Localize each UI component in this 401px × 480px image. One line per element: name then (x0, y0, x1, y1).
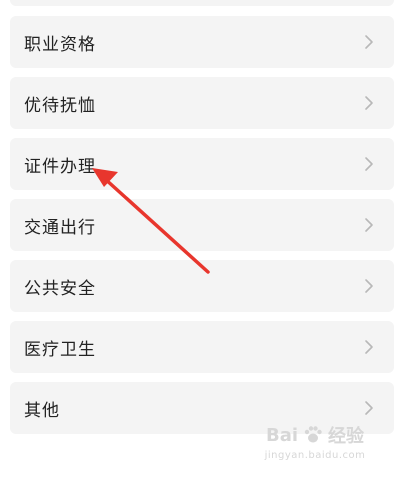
chevron-right-icon (365, 96, 373, 110)
watermark-url: jingyan.baidu.com (264, 450, 366, 461)
list-item-label: 医疗卫生 (24, 339, 96, 360)
list-item-certificate-handling[interactable]: 证件办理 (10, 138, 394, 190)
list-item-label: 职业资格 (24, 34, 96, 55)
paw-icon (304, 426, 322, 443)
list-item-label: 交通出行 (24, 217, 96, 238)
watermark-brand: Bai (265, 424, 299, 446)
list-item-label: 优待抚恤 (24, 95, 96, 116)
list-item-public-safety[interactable]: 公共安全 (10, 260, 394, 312)
chevron-right-icon (365, 340, 373, 354)
list-item-vocational-qualification[interactable]: 职业资格 (10, 16, 394, 68)
watermark-brand-suffix: 经验 (328, 426, 365, 447)
chevron-right-icon (365, 218, 373, 232)
list-item-transportation[interactable]: 交通出行 (10, 199, 394, 251)
list-item-preferential-treatment[interactable]: 优待抚恤 (10, 77, 394, 129)
list-item-label: 公共安全 (24, 278, 96, 299)
screen: 职业资格 优待抚恤 证件办理 交通出行 公共安全 医疗卫生 其他 Bai 经验 … (0, 0, 401, 480)
chevron-right-icon (365, 35, 373, 49)
chevron-right-icon (365, 279, 373, 293)
list-item-medical-health[interactable]: 医疗卫生 (10, 321, 394, 373)
chevron-right-icon (365, 157, 373, 171)
list-item-label: 其他 (24, 400, 60, 421)
chevron-right-icon (365, 401, 373, 415)
baidu-jingyan-watermark: Bai 经验 jingyan.baidu.com (255, 422, 375, 466)
list-item-top-partial[interactable] (10, 0, 394, 6)
list-item-label: 证件办理 (24, 156, 96, 177)
